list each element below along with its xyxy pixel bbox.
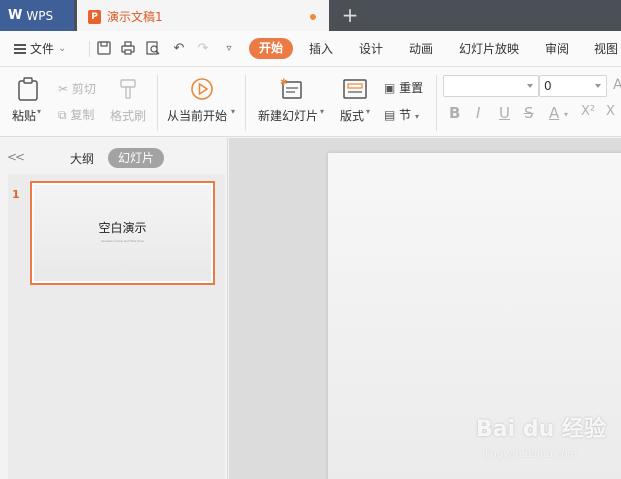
presentation-file-icon: P (88, 9, 101, 24)
superscript-button[interactable]: X² (581, 104, 595, 119)
slide-thumbnail-subtitle: Speaker name and title here (101, 239, 144, 243)
collapse-panel-icon[interactable]: << (7, 150, 25, 164)
title-bar: W WPS P 演示文稿1 + (0, 0, 621, 31)
chevron-down-icon: ▾ (366, 107, 371, 116)
section-label: 节 (399, 108, 412, 122)
menu-bar: 文件 ⌄ ↶ ↷ ▿ 开始 插入 设计 动画 幻灯片放映 审阅 视图 (0, 31, 621, 67)
new-tab-button[interactable]: + (340, 4, 360, 26)
tab-review[interactable]: 审阅 (545, 40, 569, 57)
copy-icon: ⧉ (58, 108, 67, 122)
tab-slideshow[interactable]: 幻灯片放映 (459, 40, 519, 57)
document-title: 演示文稿1 (107, 10, 163, 24)
format-painter-label: 格式刷 (110, 109, 147, 123)
copy-label: 复制 (70, 108, 95, 122)
slide-panel: << 大纲 幻灯片 1 空白演示 Speaker name and title … (0, 138, 228, 479)
paste-label: 粘贴 (12, 109, 37, 123)
baidu-watermark: Bai du 经验 (476, 417, 606, 442)
baidu-watermark-url: jingyan.baidu.com (485, 449, 578, 460)
app-name: WPS (26, 8, 54, 23)
print-preview-icon[interactable] (145, 41, 161, 57)
play-icon (190, 77, 214, 104)
chevron-down-icon (595, 84, 601, 88)
section-button[interactable]: ▤ 节 ▾ (384, 106, 419, 123)
strikethrough-button[interactable]: S (524, 104, 534, 122)
tab-home[interactable]: 开始 (249, 38, 293, 59)
italic-button[interactable]: I (476, 104, 480, 122)
copy-button[interactable]: ⧉ 复制 (58, 106, 94, 123)
chevron-down-icon (527, 84, 533, 88)
svg-text:✱: ✱ (280, 78, 288, 88)
hamburger-icon (14, 43, 26, 54)
subscript-icon[interactable]: X (606, 104, 615, 119)
new-slide-icon: ✱ (280, 77, 304, 104)
layout-label: 版式 (340, 109, 365, 123)
font-color-button[interactable]: A (549, 104, 559, 122)
tab-animation[interactable]: 动画 (409, 40, 433, 57)
document-tab[interactable]: P 演示文稿1 (77, 0, 329, 31)
ribbon: 粘贴 ▾ ✂ 剪切 ⧉ 复制 格式刷 从当前开始 ▾ ✱ 新建幻灯片 ▾ 版式 … (0, 67, 621, 137)
chevron-down-icon: ⌄ (58, 43, 67, 54)
clipboard-icon (17, 77, 39, 104)
divider (157, 75, 158, 131)
wps-logo-icon: W (8, 8, 22, 23)
section-icon: ▤ (384, 108, 396, 122)
customize-quick-access-icon[interactable]: ▿ (221, 41, 237, 57)
reset-label: 重置 (399, 81, 424, 95)
redo-icon[interactable]: ↷ (195, 41, 211, 57)
divider (436, 75, 437, 131)
play-from-current-label: 从当前开始 (167, 109, 228, 123)
wps-home-tab[interactable]: W WPS (0, 0, 74, 31)
chevron-down-icon: ▾ (415, 112, 420, 121)
paste-dropdown-icon: ▾ (37, 107, 42, 116)
save-icon[interactable] (96, 41, 112, 57)
cut-button[interactable]: ✂ 剪切 (58, 80, 96, 97)
unsaved-indicator-icon (310, 14, 316, 20)
brush-icon (118, 78, 138, 103)
divider (245, 75, 246, 131)
divider (89, 41, 90, 57)
chevron-down-icon: ▾ (231, 107, 236, 116)
bold-button[interactable]: B (449, 104, 460, 122)
new-slide-label: 新建幻灯片 (258, 109, 319, 123)
reset-button[interactable]: ▣ 重置 (384, 79, 423, 96)
tab-insert[interactable]: 插入 (309, 40, 333, 57)
layout-icon (343, 79, 367, 102)
font-size-select[interactable]: 0 (539, 75, 607, 97)
reset-icon: ▣ (384, 81, 396, 95)
print-icon[interactable] (120, 41, 136, 57)
underline-button[interactable]: U (499, 104, 510, 122)
tab-slides[interactable]: 幻灯片 (108, 148, 164, 168)
chevron-down-icon: ▾ (320, 107, 325, 116)
tab-outline[interactable]: 大纲 (70, 150, 94, 167)
scissors-icon: ✂ (58, 82, 69, 96)
file-menu[interactable]: 文件 ⌄ (14, 40, 66, 57)
slide-number: 1 (12, 188, 20, 201)
increase-font-icon[interactable]: A (613, 77, 621, 93)
slide-thumbnail-title: 空白演示 (98, 221, 147, 235)
slide-thumbnail[interactable]: 空白演示 Speaker name and title here (30, 181, 215, 285)
slide-thumbnail-content: 空白演示 Speaker name and title here (34, 185, 211, 281)
cut-label: 剪切 (71, 82, 96, 96)
file-menu-label: 文件 (30, 42, 55, 56)
chevron-down-icon[interactable]: ▾ (564, 110, 568, 119)
font-size-value: 0 (544, 79, 552, 93)
font-name-select[interactable] (443, 75, 539, 97)
undo-icon[interactable]: ↶ (171, 41, 187, 57)
tab-design[interactable]: 设计 (359, 40, 383, 57)
tab-view[interactable]: 视图 (594, 40, 618, 57)
